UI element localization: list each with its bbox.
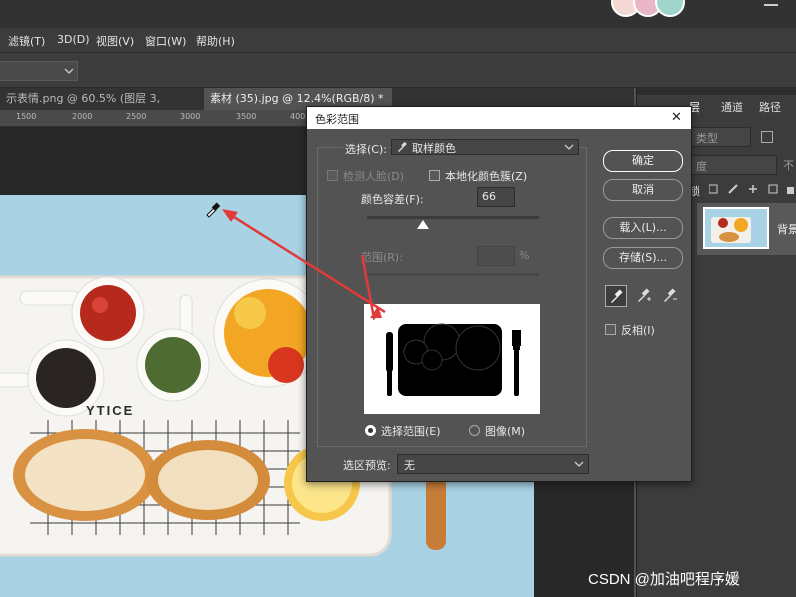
dialog-title: 色彩范围: [315, 113, 359, 126]
layer-row-background[interactable]: 背景: [697, 203, 796, 255]
menu-window[interactable]: 窗口(W): [145, 33, 186, 49]
selection-radio[interactable]: [365, 425, 376, 436]
dialog-title-bar: 色彩范围 ✕: [307, 107, 691, 129]
ruler-tick: 3000: [180, 112, 201, 121]
range-unit: %: [519, 249, 530, 262]
search-placeholder: 类型: [696, 132, 718, 145]
load-button[interactable]: 载入(L)...: [603, 217, 683, 239]
layer-name: 背景: [777, 223, 796, 236]
add-eyedropper-icon[interactable]: [633, 285, 653, 305]
blend-mode-value: 度: [696, 160, 707, 173]
eyedropper-tool-icon[interactable]: [605, 285, 627, 307]
close-icon[interactable]: ✕: [671, 110, 682, 125]
ruler-tick: 2500: [126, 112, 147, 121]
chevron-down-icon: [64, 68, 74, 74]
subtract-eyedropper-icon[interactable]: [659, 285, 679, 305]
preview-mode-label: 选区预览:: [343, 459, 391, 472]
options-dropdown[interactable]: [0, 61, 78, 81]
watermark-text: CSDN @加油吧程序媛: [588, 571, 740, 588]
menu-view[interactable]: 视图(V): [96, 33, 134, 49]
fuzziness-input[interactable]: 66: [477, 187, 515, 207]
menu-help[interactable]: 帮助(H): [196, 33, 235, 49]
save-button[interactable]: 存储(S)...: [603, 247, 683, 269]
menu-3d[interactable]: 3D(D): [57, 33, 90, 46]
selection-preview: [364, 304, 540, 414]
invert-label: 反相(I): [621, 324, 655, 337]
layer-thumbnail: [703, 207, 769, 249]
preview-mode-select[interactable]: 无: [397, 454, 589, 474]
range-input: [477, 246, 515, 266]
localized-clusters-checkbox[interactable]: [429, 170, 440, 181]
tab-document-1[interactable]: 示表情.png @ 60.5% (图层 3, RGB/8) * ×: [0, 88, 202, 127]
select-label: 选择(C):: [343, 141, 389, 157]
ok-button[interactable]: 确定: [603, 150, 683, 172]
fuzziness-value: 66: [482, 190, 496, 203]
tray-brand-text: YTICE: [86, 403, 135, 418]
panel-header: [637, 87, 796, 95]
fuzziness-slider-track[interactable]: [367, 216, 539, 219]
detect-faces-checkbox[interactable]: [327, 170, 338, 181]
tab-label: 素材 (35).jpg @ 12.4%(RGB/8) *: [210, 92, 384, 105]
range-label: 范围(R):: [361, 251, 403, 264]
image-radio[interactable]: [469, 425, 480, 436]
image-radio-label: 图像(M): [485, 425, 526, 438]
select-dropdown[interactable]: 取样颜色: [391, 139, 579, 155]
color-range-dialog: 色彩范围 ✕ 选择(C): 取样颜色 检测人脸(D) 本地化颜色簇(Z) 颜色容…: [306, 106, 692, 482]
user-avatar[interactable]: [608, 0, 688, 18]
menu-filter[interactable]: 滤镜(T): [8, 33, 45, 49]
ruler-tick: 2000: [72, 112, 93, 121]
app-title-bar: [0, 0, 796, 28]
invert-checkbox[interactable]: [605, 324, 616, 335]
select-value: 取样颜色: [412, 142, 456, 155]
chevron-down-icon: [564, 144, 574, 150]
eyedropper-cursor-icon: [206, 202, 221, 218]
opacity-label: 不: [783, 159, 794, 172]
tab-channels[interactable]: 通道: [721, 99, 743, 115]
ruler-tick: 3500: [236, 112, 257, 121]
ruler-tick: 1500: [16, 112, 37, 121]
tab-paths[interactable]: 路径: [759, 99, 781, 115]
filter-image-icon[interactable]: [761, 131, 773, 143]
localized-clusters-label: 本地化颜色簇(Z): [445, 170, 528, 183]
chevron-down-icon: [574, 461, 584, 467]
detect-faces-label: 检测人脸(D): [343, 170, 405, 183]
fuzziness-slider-handle[interactable]: [417, 220, 429, 230]
lock-icons[interactable]: [709, 183, 795, 195]
layer-search-input[interactable]: 类型: [689, 127, 751, 147]
window-control-icon[interactable]: [762, 0, 782, 6]
menu-bar: 滤镜(T) 3D(D) 视图(V) 窗口(W) 帮助(H): [0, 28, 796, 53]
preview-mode-value: 无: [404, 459, 415, 472]
blend-mode-select[interactable]: 度: [689, 155, 777, 175]
range-slider-track: [367, 273, 539, 276]
options-bar: [0, 53, 796, 88]
fuzziness-label: 颜色容差(F):: [361, 193, 424, 206]
eyedropper-icon: [398, 141, 407, 152]
selection-radio-label: 选择范围(E): [381, 425, 441, 438]
cancel-button[interactable]: 取消: [603, 179, 683, 201]
